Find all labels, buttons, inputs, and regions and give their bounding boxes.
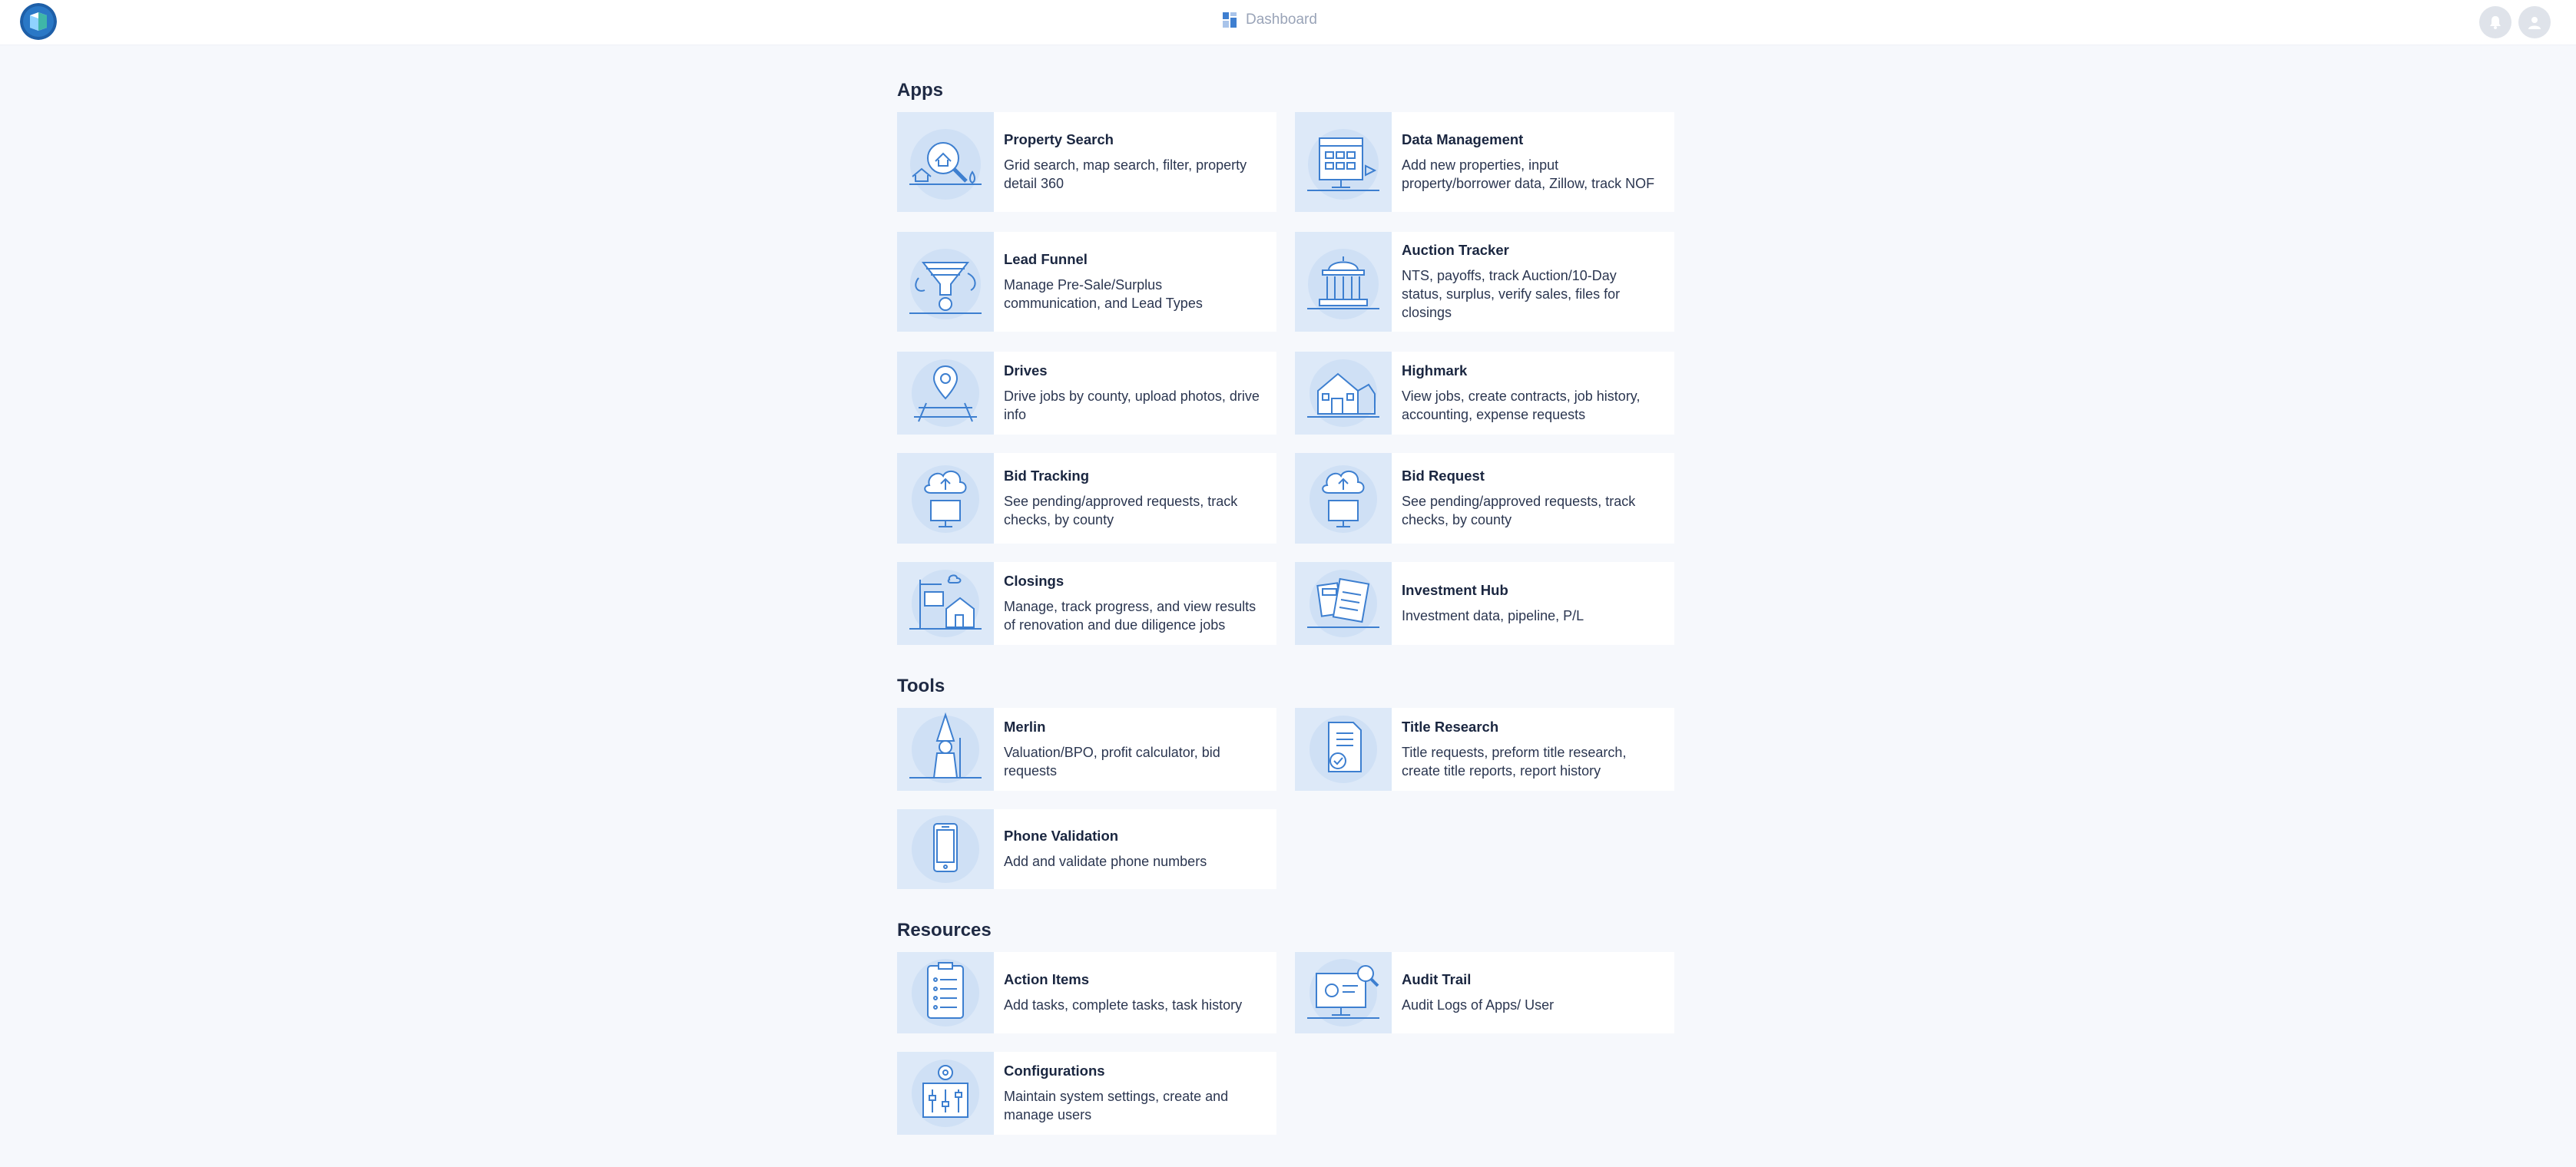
app-description: Investment data, pipeline, P/L [1402,608,1584,623]
app-logo-icon[interactable] [20,3,57,40]
section-title-tools: Tools [897,676,945,696]
app-card-investment-hub[interactable]: Investment Hub Investment data, pipeline… [1295,562,1674,645]
resource-description: Add tasks, complete tasks, task history [1004,997,1243,1013]
resource-title: Audit Trail [1402,971,1472,987]
app-title: Property Search [1004,131,1114,147]
section-title-apps: Apps [897,80,943,101]
app-card-drives[interactable]: Drives Drive jobs by county, upload phot… [897,352,1276,435]
tool-description: Add and validate phone numbers [1004,854,1207,869]
dashboard-icon [1223,12,1237,28]
app-card-auction-tracker[interactable]: Auction Tracker NTS, payoffs, track Auct… [1295,232,1674,332]
tool-description: Title requests, preform title research, … [1402,745,1627,779]
tool-card-phone-validation[interactable]: Phone Validation Add and validate phone … [897,809,1276,889]
resource-card-action-items[interactable]: Action Items Add tasks, complete tasks, … [897,952,1276,1033]
bid-request-illustration [1295,453,1392,544]
app-title: Highmark [1402,362,1468,379]
app-title: Closings [1004,573,1065,589]
auction-tracker-illustration [1295,232,1392,332]
property-search-illustration [897,112,994,212]
notifications-button[interactable] [2479,6,2511,38]
app-description: Grid search, map search, filter, propert… [1004,157,1247,191]
bid-tracking-illustration [897,453,994,544]
top-bar: Dashboard [0,0,2576,45]
app-card-bid-request[interactable]: Bid Request See pending/approved request… [1295,453,1674,544]
title-research-illustration [1295,708,1392,791]
app-title: Data Management [1402,131,1524,147]
drives-illustration [897,352,994,435]
app-description: Manage Pre-Sale/Surplus communication, a… [1004,277,1203,311]
app-card-data-management[interactable]: Data Management Add new properties, inpu… [1295,112,1674,212]
resource-description: Maintain system settings, create and man… [1004,1089,1229,1122]
phone-validation-illustration [897,809,994,889]
breadcrumb-label: Dashboard [1246,12,1317,28]
resource-card-configurations[interactable]: Configurations Maintain system settings,… [897,1052,1276,1135]
app-description: NTS, payoffs, track Auction/10-Day statu… [1402,268,1621,320]
app-card-highmark[interactable]: Highmark View jobs, create contracts, jo… [1295,352,1674,435]
app-description: Add new properties, input property/borro… [1402,157,1655,191]
app-description: View jobs, create contracts, job history… [1402,388,1641,422]
app-card-lead-funnel[interactable]: Lead Funnel Manage Pre-Sale/Surplus comm… [897,232,1276,332]
resource-title: Action Items [1004,971,1090,987]
app-description: See pending/approved requests, track che… [1402,494,1636,527]
app-card-bid-tracking[interactable]: Bid Tracking See pending/approved reques… [897,453,1276,544]
configurations-illustration [897,1052,994,1135]
app-title: Auction Tracker [1402,242,1509,258]
investment-hub-illustration [1295,562,1392,645]
breadcrumb[interactable]: Dashboard [1223,9,1317,31]
app-card-closings[interactable]: Closings Manage, track progress, and vie… [897,562,1276,645]
tool-card-merlin[interactable]: Merlin Valuation/BPO, profit calculator,… [897,708,1276,791]
resource-title: Configurations [1004,1063,1105,1079]
app-title: Drives [1004,362,1048,379]
app-description: Drive jobs by county, upload photos, dri… [1004,388,1260,422]
resource-card-audit-trail[interactable]: Audit Trail Audit Logs of Apps/ User [1295,952,1674,1033]
tool-title: Phone Validation [1004,828,1119,844]
app-title: Investment Hub [1402,582,1508,598]
tool-title: Merlin [1004,719,1046,735]
merlin-illustration [897,708,994,791]
app-title: Bid Request [1402,468,1485,484]
tool-description: Valuation/BPO, profit calculator, bid re… [1004,745,1220,779]
app-title: Lead Funnel [1004,251,1088,267]
lead-funnel-illustration [897,232,994,332]
action-items-illustration [897,952,994,1033]
tool-card-title-research[interactable]: Title Research Title requests, preform t… [1295,708,1674,791]
user-menu-button[interactable] [2518,6,2551,38]
audit-trail-illustration [1295,952,1392,1033]
highmark-illustration [1295,352,1392,435]
section-title-resources: Resources [897,920,992,941]
app-card-property-search[interactable]: Property Search Grid search, map search,… [897,112,1276,212]
resource-description: Audit Logs of Apps/ User [1402,997,1555,1013]
closings-illustration [897,562,994,645]
app-title: Bid Tracking [1004,468,1090,484]
app-description: Manage, track progress, and view results… [1004,599,1257,633]
app-description: See pending/approved requests, track che… [1004,494,1238,527]
bell-icon [2490,16,2501,29]
user-icon [2528,17,2541,29]
data-management-illustration [1295,112,1392,212]
tool-title: Title Research [1402,719,1499,735]
